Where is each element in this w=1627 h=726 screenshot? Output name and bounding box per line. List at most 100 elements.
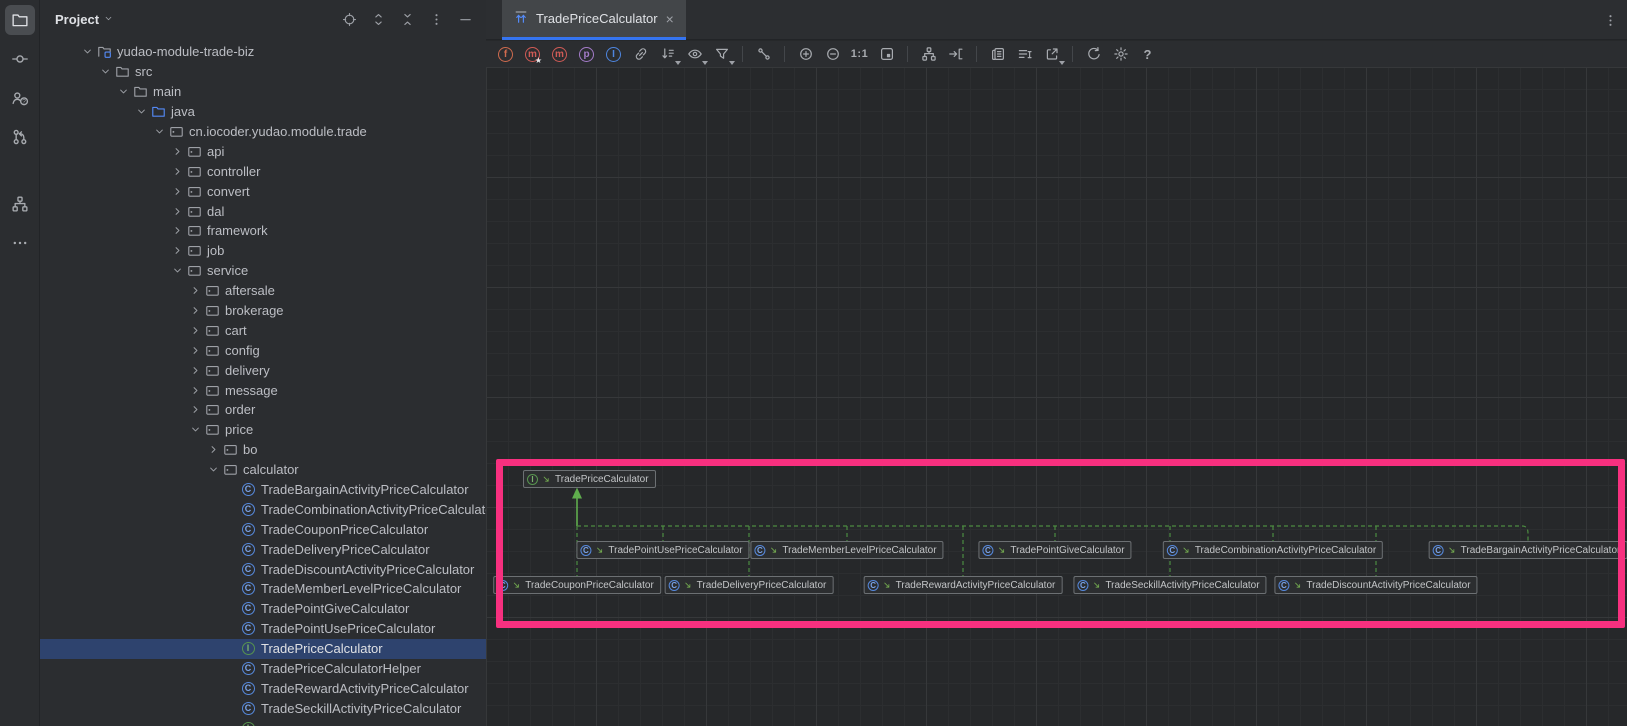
- tree-item[interactable]: C TradeDeliveryPriceCalculator: [40, 539, 486, 559]
- tree-chevron-icon[interactable]: [114, 84, 132, 100]
- tree-chevron-icon[interactable]: [186, 283, 204, 299]
- tree-chevron-icon[interactable]: [204, 462, 222, 478]
- tree-item[interactable]: delivery: [40, 360, 486, 380]
- tree-item[interactable]: C TradeBargainActivityPriceCalculator: [40, 480, 486, 500]
- tree-item[interactable]: config: [40, 340, 486, 360]
- options-menu-icon[interactable]: [425, 8, 447, 30]
- tree-chevron-icon[interactable]: [168, 183, 186, 199]
- diagram-canvas[interactable]: I TradePriceCalculator C TradePointUsePr…: [486, 67, 1627, 726]
- link-icon[interactable]: [632, 46, 649, 63]
- collapse-all-icon[interactable]: [396, 8, 418, 30]
- tree-item[interactable]: cart: [40, 320, 486, 340]
- tree-chevron-icon[interactable]: [168, 243, 186, 259]
- tree-chevron-icon[interactable]: [186, 402, 204, 418]
- tree-item[interactable]: order: [40, 400, 486, 420]
- tree-item[interactable]: C TradeCouponPriceCalculator: [40, 519, 486, 539]
- edge-creation-icon[interactable]: [755, 46, 772, 63]
- tree-chevron-icon[interactable]: [168, 263, 186, 279]
- tree-item[interactable]: price: [40, 420, 486, 440]
- tree-chevron-icon[interactable]: [168, 203, 186, 219]
- fields-icon[interactable]: f: [497, 46, 514, 63]
- constructors-icon[interactable]: m★: [524, 46, 541, 63]
- fit-content-icon[interactable]: [878, 46, 895, 63]
- tree-item[interactable]: controller: [40, 161, 486, 181]
- tree-item[interactable]: C TradeRewardActivityPriceCalculator: [40, 679, 486, 699]
- tree-chevron-icon[interactable]: [168, 163, 186, 179]
- zoom-out-icon[interactable]: [824, 46, 841, 63]
- visibility-icon[interactable]: [686, 46, 703, 63]
- tree-item[interactable]: framework: [40, 221, 486, 241]
- tree-item[interactable]: api: [40, 141, 486, 161]
- help-icon[interactable]: ?: [1139, 46, 1156, 63]
- tree-item[interactable]: job: [40, 241, 486, 261]
- zoom-in-icon[interactable]: [797, 46, 814, 63]
- tree-item[interactable]: calculator: [40, 460, 486, 480]
- actual-size-icon[interactable]: 1:1: [851, 46, 868, 63]
- tree-chevron-icon[interactable]: [204, 442, 222, 458]
- tree-item-selected[interactable]: I TradePriceCalculator: [40, 639, 486, 659]
- tree-item[interactable]: C TradePointGiveCalculator: [40, 599, 486, 619]
- diagram-node[interactable]: C TradePointGiveCalculator: [978, 541, 1131, 559]
- tree-item[interactable]: C TradeDiscountActivityPriceCalculator: [40, 559, 486, 579]
- hide-panel-icon[interactable]: [454, 8, 476, 30]
- copy-diagram-icon[interactable]: [989, 46, 1006, 63]
- tree-item[interactable]: C TradeMemberLevelPriceCalculator: [40, 579, 486, 599]
- tree-item[interactable]: aftersale: [40, 281, 486, 301]
- tree-chevron-icon[interactable]: [186, 303, 204, 319]
- more-tool-windows-icon[interactable]: [5, 228, 35, 258]
- tree-item[interactable]: C TradeSeckillActivityPriceCalculator: [40, 698, 486, 718]
- tree-item[interactable]: I: [40, 718, 486, 726]
- settings-icon[interactable]: [1112, 46, 1129, 63]
- apply-layout-icon[interactable]: [920, 46, 937, 63]
- tree-chevron-icon[interactable]: [168, 223, 186, 239]
- tree-item[interactable]: convert: [40, 181, 486, 201]
- tree-chevron-icon[interactable]: [186, 342, 204, 358]
- project-panel-title[interactable]: Project: [55, 12, 114, 27]
- diagram-node[interactable]: C TradePointUsePriceCalculator: [576, 541, 749, 559]
- editor-tab-tradepricecalculator[interactable]: TradePriceCalculator ×: [502, 0, 686, 40]
- locate-file-icon[interactable]: [338, 8, 360, 30]
- tree-item[interactable]: C TradeCombinationActivityPriceCalculato…: [40, 499, 486, 519]
- pull-requests-icon[interactable]: ?: [5, 83, 35, 113]
- inner-classes-icon[interactable]: I: [605, 46, 622, 63]
- diagram-node[interactable]: C TradeMemberLevelPriceCalculator: [750, 541, 943, 559]
- tree-item[interactable]: src: [40, 62, 486, 82]
- tree-chevron-icon[interactable]: [132, 104, 150, 120]
- diagram-node[interactable]: C TradeDiscountActivityPriceCalculator: [1274, 576, 1477, 594]
- tree-chevron-icon[interactable]: [150, 124, 168, 140]
- tree-item[interactable]: C TradePointUsePriceCalculator: [40, 619, 486, 639]
- tree-item[interactable]: java: [40, 102, 486, 122]
- commit-icon[interactable]: [5, 44, 35, 74]
- tree-item[interactable]: cn.iocoder.yudao.module.trade: [40, 122, 486, 142]
- tab-bar-options-icon[interactable]: [1599, 9, 1621, 31]
- tree-item[interactable]: brokerage: [40, 301, 486, 321]
- tree-chevron-icon[interactable]: [186, 362, 204, 378]
- tree-item[interactable]: C TradePriceCalculatorHelper: [40, 659, 486, 679]
- filter-icon[interactable]: [713, 46, 730, 63]
- tree-chevron-icon[interactable]: [168, 143, 186, 159]
- tree-item[interactable]: service: [40, 261, 486, 281]
- diagram-node[interactable]: I TradePriceCalculator: [523, 470, 656, 488]
- tree-chevron-icon[interactable]: [186, 322, 204, 338]
- methods-icon[interactable]: m: [551, 46, 568, 63]
- version-control-icon[interactable]: [5, 122, 35, 152]
- diagram-node[interactable]: C TradeCouponPriceCalculator: [493, 576, 661, 594]
- diagram-node[interactable]: C TradeCombinationActivityPriceCalculato…: [1163, 541, 1383, 559]
- properties-icon[interactable]: p: [578, 46, 595, 63]
- tree-item[interactable]: yudao-module-trade-biz: [40, 42, 486, 62]
- diagram-node[interactable]: C TradeBargainActivityPriceCalculator: [1429, 541, 1627, 559]
- route-edges-icon[interactable]: [947, 46, 964, 63]
- diagram-node[interactable]: C TradeDeliveryPriceCalculator: [665, 576, 834, 594]
- tree-chevron-icon[interactable]: [78, 44, 96, 60]
- tree-item[interactable]: bo: [40, 440, 486, 460]
- structure-icon[interactable]: [5, 189, 35, 219]
- project-icon[interactable]: [5, 5, 35, 35]
- tree-chevron-icon[interactable]: [186, 422, 204, 438]
- sort-icon[interactable]: [659, 46, 676, 63]
- tree-chevron-icon[interactable]: [96, 64, 114, 80]
- refresh-icon[interactable]: [1085, 46, 1102, 63]
- close-icon[interactable]: ×: [665, 12, 675, 26]
- diagram-node[interactable]: C TradeSeckillActivityPriceCalculator: [1073, 576, 1266, 594]
- export-icon[interactable]: [1043, 46, 1060, 63]
- tree-item[interactable]: message: [40, 380, 486, 400]
